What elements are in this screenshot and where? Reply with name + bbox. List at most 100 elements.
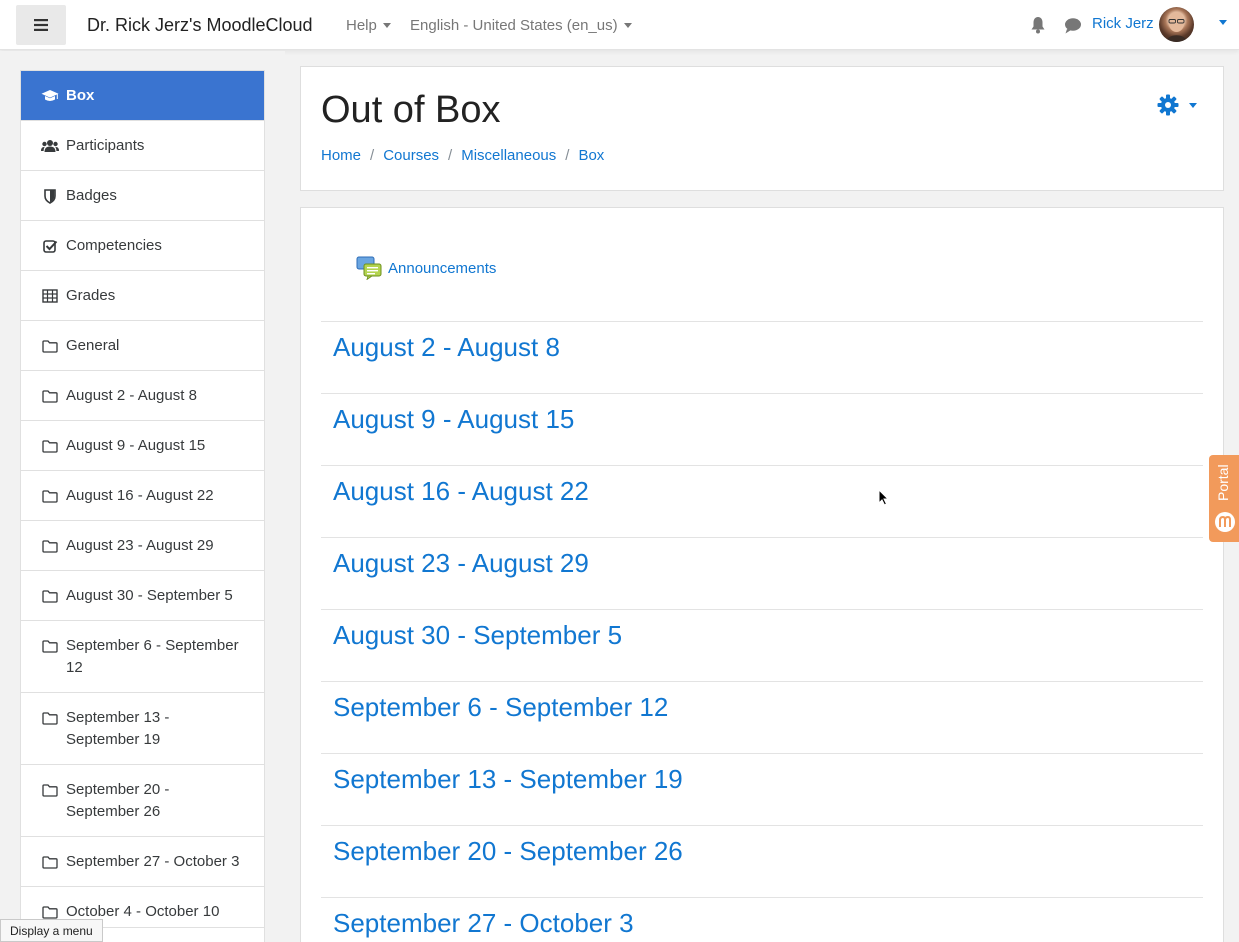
drawer-nav-list: Box Participants Badges Competencies Grades G… — [20, 70, 265, 937]
folder-icon — [41, 487, 59, 505]
course-content: Announcements August 2 - August 8 August … — [300, 207, 1224, 942]
bell-icon[interactable] — [1030, 16, 1046, 34]
folder-icon — [41, 387, 59, 405]
page-title: Out of Box — [321, 89, 501, 131]
site-title[interactable]: Dr. Rick Jerz's MoodleCloud — [87, 15, 313, 36]
breadcrumb-separator: / — [565, 147, 570, 164]
avatar-face-icon — [1166, 12, 1187, 42]
sidebar-item-august-30-september-5[interactable]: August 30 - September 5 — [21, 571, 264, 621]
sidebar-item-august-16-august-22[interactable]: August 16 - August 22 — [21, 471, 264, 521]
sidebar-item-label: August 2 - August 8 — [66, 387, 197, 404]
sidebar-item-label: August 16 - August 22 — [66, 487, 214, 504]
hamburger-icon — [34, 19, 48, 31]
course-section: September 6 - September 12 — [321, 681, 1203, 753]
user-name[interactable]: Rick Jerz — [1092, 15, 1154, 32]
section-title-link[interactable]: August 9 - August 15 — [333, 404, 574, 435]
sidebar-item-label: General — [66, 337, 120, 354]
sidebar-item-badges[interactable]: Badges — [21, 171, 264, 221]
portal-tab[interactable]: Portal — [1209, 455, 1239, 542]
breadcrumb-separator: / — [370, 147, 375, 164]
sidebar-item-label: September 27 - October 3 — [66, 853, 240, 870]
sidebar-item-label: August 23 - August 29 — [66, 537, 214, 554]
sidebar-item-label: Box — [66, 87, 95, 104]
sidebar-item-august-9-august-15[interactable]: August 9 - August 15 — [21, 421, 264, 471]
sidebar-item-competencies[interactable]: Competencies — [21, 221, 264, 271]
language-menu[interactable]: English - United States (en_us) — [410, 17, 632, 34]
checkbox-icon — [41, 237, 59, 255]
sidebar-item-september-27-october-3[interactable]: September 27 - October 3 — [21, 837, 264, 887]
gear-icon — [1157, 94, 1179, 116]
sidebar-item-label: September 13 - September 19 — [66, 709, 170, 748]
course-settings-menu[interactable] — [1157, 94, 1197, 116]
sidebar-item-september-13-september-19[interactable]: September 13 - September 19 — [21, 693, 264, 765]
user-menu-chevron-icon[interactable] — [1219, 20, 1227, 25]
help-menu[interactable]: Help — [346, 17, 391, 34]
sidebar-item-september-20-september-26[interactable]: September 20 - September 26 — [21, 765, 264, 837]
sidebar-item-participants[interactable]: Participants — [21, 121, 264, 171]
breadcrumb-link[interactable]: Courses — [383, 147, 439, 164]
sidebar-item-label: Grades — [66, 287, 116, 304]
sidebar-item-grades[interactable]: Grades — [21, 271, 264, 321]
section-title-link[interactable]: September 13 - September 19 — [333, 764, 683, 795]
course-section: September 27 - October 3 — [321, 897, 1203, 942]
sidebar-item-label: Competencies — [66, 237, 162, 254]
course-section: August 9 - August 15 — [321, 393, 1203, 465]
moodle-logo-icon — [1215, 512, 1235, 532]
chevron-down-icon — [623, 23, 632, 28]
sidebar-item-august-2-august-8[interactable]: August 2 - August 8 — [21, 371, 264, 421]
course-section: August 16 - August 22 — [321, 465, 1203, 537]
sidebar-item-label: August 30 - September 5 — [66, 587, 233, 604]
chat-bubble-icon[interactable] — [1064, 17, 1082, 34]
section-title-link[interactable]: August 30 - September 5 — [333, 620, 622, 651]
shield-icon — [41, 187, 59, 205]
forum-icon — [356, 256, 382, 280]
folder-icon — [41, 537, 59, 555]
mouse-cursor-icon — [878, 489, 889, 506]
folder-icon — [41, 437, 59, 455]
sidebar-item-box[interactable]: Box — [21, 71, 264, 121]
sidebar-item-september-6-september-12[interactable]: September 6 - September 12 — [21, 621, 264, 693]
breadcrumb-separator: / — [448, 147, 453, 164]
chevron-down-icon — [1189, 102, 1197, 108]
help-menu-label: Help — [346, 17, 377, 34]
folder-icon — [41, 587, 59, 605]
avatar[interactable] — [1159, 7, 1194, 42]
course-section: September 13 - September 19 — [321, 753, 1203, 825]
page-header: Out of Box Home / Courses / Miscellaneous / Bo… — [300, 66, 1224, 191]
section-title-link[interactable]: September 27 - October 3 — [333, 908, 634, 939]
breadcrumb: Home / Courses / Miscellaneous / Box — [321, 147, 604, 164]
folder-icon — [41, 781, 59, 799]
sidebar-item-label: August 9 - August 15 — [66, 437, 206, 454]
announcements-label: Announcements — [388, 259, 497, 277]
breadcrumb-link[interactable]: Miscellaneous — [461, 147, 556, 164]
graduation-cap-icon — [41, 87, 59, 105]
sidebar-item-label: Badges — [66, 187, 117, 204]
top-navbar: Dr. Rick Jerz's MoodleCloud Help English… — [0, 0, 1239, 50]
course-section: August 2 - August 8 — [321, 321, 1203, 393]
course-section: September 20 - September 26 — [321, 825, 1203, 897]
section-title-link[interactable]: September 6 - September 12 — [333, 692, 668, 723]
folder-icon — [41, 637, 59, 655]
breadcrumb-link[interactable]: Home — [321, 147, 361, 164]
nav-drawer: Box Participants Badges Competencies Grades G… — [0, 51, 285, 942]
section-title-link[interactable]: August 23 - August 29 — [333, 548, 589, 579]
section-title-link[interactable]: August 16 - August 22 — [333, 476, 589, 507]
tooltip: Display a menu — [0, 919, 103, 942]
section-title-link[interactable]: August 2 - August 8 — [333, 332, 560, 363]
course-section: August 23 - August 29 — [321, 537, 1203, 609]
sidebar-item-label: September 6 - September 12 — [66, 637, 239, 676]
sidebar-item-august-23-august-29[interactable]: August 23 - August 29 — [21, 521, 264, 571]
portal-tab-label: Portal — [1215, 464, 1231, 501]
folder-icon — [41, 337, 59, 355]
section-title-link[interactable]: September 20 - September 26 — [333, 836, 683, 867]
announcements-link[interactable]: Announcements — [356, 256, 496, 280]
sidebar-item-label: Participants — [66, 137, 145, 154]
language-menu-label: English - United States (en_us) — [410, 17, 618, 34]
drawer-toggle-button[interactable] — [16, 5, 66, 45]
sidebar-item-general[interactable]: General — [21, 321, 264, 371]
chevron-down-icon — [382, 23, 391, 28]
folder-icon — [41, 853, 59, 871]
folder-icon — [41, 709, 59, 727]
table-icon — [41, 287, 59, 305]
breadcrumb-link[interactable]: Box — [578, 147, 604, 164]
